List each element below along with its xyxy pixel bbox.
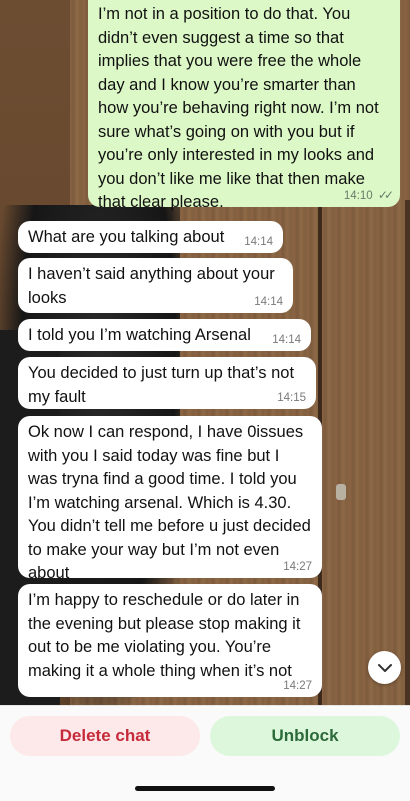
message-bubble-incoming[interactable]: I haven’t said anything about your looks…	[18, 258, 293, 313]
double-check-icon: ✓✓	[377, 188, 394, 202]
message-text: I told you I’m watching Arsenal	[28, 326, 251, 344]
message-timestamp: 14:27	[283, 680, 312, 692]
message-timestamp: 14:14	[254, 296, 283, 308]
unblock-button[interactable]: Unblock	[210, 716, 400, 756]
wallpaper-door-handle	[336, 484, 346, 500]
message-text: Ok now I can respond, I have 0issues wit…	[28, 423, 311, 582]
message-timestamp: 14:15	[277, 392, 306, 404]
message-text: You decided to just turn up that’s not m…	[28, 364, 295, 406]
wallpaper-door-gap	[405, 200, 410, 705]
message-text: I’m not in a position to do that. You di…	[98, 5, 379, 211]
message-bubble-incoming[interactable]: You decided to just turn up that’s not m…	[18, 357, 316, 409]
message-timestamp: 14:14	[272, 334, 301, 346]
message-timestamp: 14:10	[343, 190, 373, 202]
message-timestamp: 14:14	[244, 236, 273, 248]
scroll-to-bottom-button[interactable]	[368, 651, 401, 684]
message-bubble-incoming[interactable]: I’m happy to reschedule or do later in t…	[18, 584, 322, 697]
message-timestamp: 14:27	[283, 561, 312, 573]
message-bubble-incoming[interactable]: I told you I’m watching Arsenal 14:14	[18, 319, 311, 351]
message-text: I’m happy to reschedule or do later in t…	[28, 591, 301, 680]
message-bubble-incoming[interactable]: Ok now I can respond, I have 0issues wit…	[18, 416, 322, 582]
message-bubble-outgoing[interactable]: I’m not in a position to do that. You di…	[88, 0, 400, 211]
message-text: I haven’t said anything about your looks	[28, 265, 275, 307]
delete-chat-button[interactable]: Delete chat	[10, 716, 200, 756]
message-time: 14:10 ✓✓	[343, 188, 394, 203]
message-bubble-incoming[interactable]: What are you talking about 14:14	[18, 221, 283, 253]
chevron-down-icon	[377, 663, 392, 672]
message-text: What are you talking about	[28, 228, 225, 246]
home-indicator[interactable]	[135, 786, 275, 791]
